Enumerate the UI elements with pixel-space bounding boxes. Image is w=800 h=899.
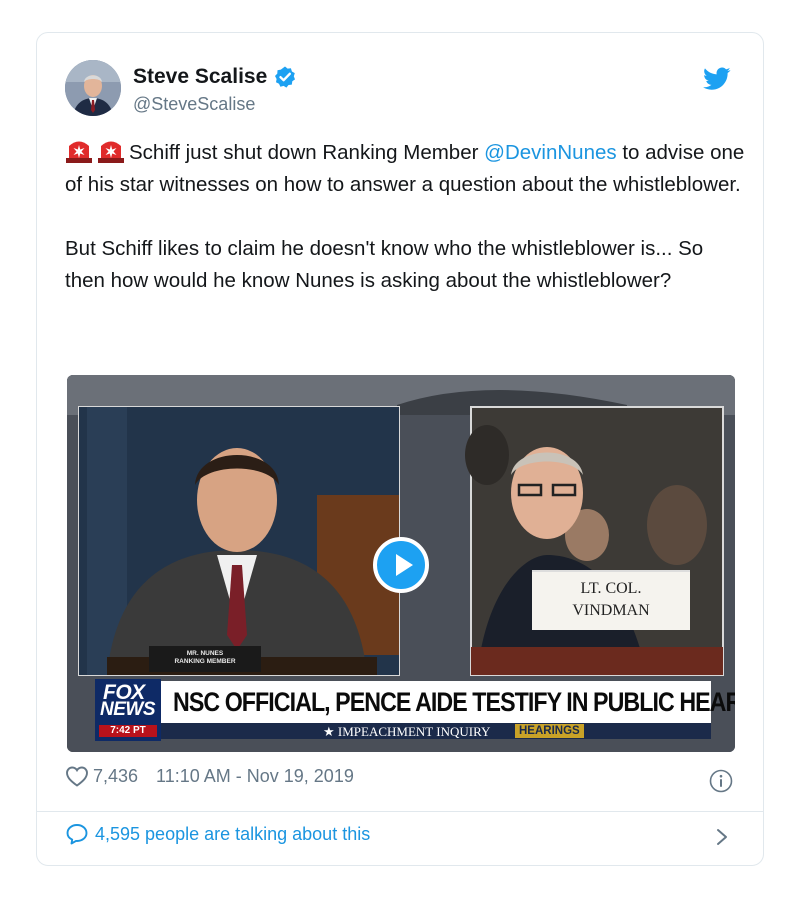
author-display-name[interactable]: Steve Scalise — [133, 65, 267, 89]
avatar[interactable] — [65, 60, 121, 116]
avatar-portrait — [65, 60, 121, 116]
tweet-paragraph-1: Schiff just shut down Ranking Member @De… — [65, 137, 745, 201]
police-siren-emoji-icon — [66, 141, 92, 163]
fox-logo-time: 7:42 PT — [99, 725, 157, 737]
ticker-tag: HEARINGS — [515, 724, 584, 738]
tweet-text: Schiff just shut down Ranking Member @De… — [65, 137, 745, 297]
placard-title: RANKING MEMBER — [174, 658, 236, 665]
nameplate-line-2: VINDMAN — [572, 602, 650, 619]
conversation-count: 4,595 people are talking about this — [95, 823, 371, 844]
tweet-card: Steve Scalise @SteveScalise Schiff just … — [36, 32, 764, 866]
author-name-row: Steve Scalise — [133, 65, 297, 89]
heart-icon[interactable] — [65, 765, 89, 787]
news-headline: NSC OFFICIAL, PENCE AIDE TESTIFY IN PUBL… — [173, 687, 735, 717]
info-icon[interactable] — [709, 769, 733, 793]
news-ticker: ★ IMPEACHMENT INQUIRY HEARINGS — [95, 723, 711, 739]
tweet-meta: 7,436 11:10 AM - Nov 19, 2019 — [65, 765, 354, 787]
video-player[interactable]: MR. NUNES RANKING MEMBER LT. COL. VINDMA… — [67, 375, 735, 752]
speech-bubble-icon — [66, 824, 88, 845]
police-siren-emoji-icon — [98, 141, 124, 163]
tweet-text-before-mention: Schiff just shut down Ranking Member — [129, 141, 479, 164]
twitter-bird-icon[interactable] — [703, 67, 731, 91]
ticker-text: ★ IMPEACHMENT INQUIRY — [323, 724, 491, 739]
play-button[interactable] — [373, 537, 429, 593]
conversation-link[interactable]: 4,595 people are talking about this — [65, 823, 370, 845]
chevron-right-icon[interactable] — [715, 827, 729, 847]
tweet-paragraph-2: But Schiff likes to claim he doesn't kno… — [65, 237, 704, 292]
fox-news-logo: FOX NEWS 7:42 PT — [95, 679, 161, 741]
play-icon — [396, 554, 413, 576]
divider — [37, 811, 763, 812]
news-lower-third: NSC OFFICIAL, PENCE AIDE TESTIFY IN PUBL… — [95, 681, 735, 723]
tweet-timestamp[interactable]: 11:10 AM - Nov 19, 2019 — [156, 766, 354, 787]
mention-link[interactable]: @DevinNunes — [484, 141, 616, 164]
nameplate-nunes: MR. NUNES RANKING MEMBER — [149, 646, 261, 672]
like-count[interactable]: 7,436 — [93, 766, 138, 787]
author-handle[interactable]: @SteveScalise — [133, 94, 255, 115]
fox-logo-line-2: NEWS — [100, 699, 156, 720]
placard-name: MR. NUNES — [186, 650, 224, 657]
nameplate-vindman: LT. COL. VINDMAN — [532, 570, 690, 630]
verified-badge-icon — [275, 66, 296, 88]
nameplate-line-1: LT. COL. — [580, 580, 642, 597]
